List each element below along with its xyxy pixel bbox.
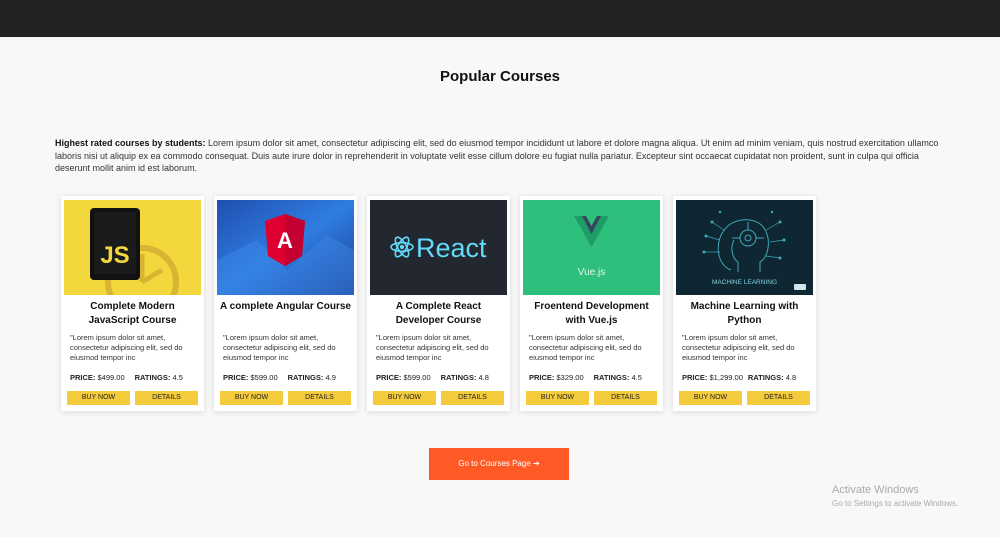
course-meta: PRICE: $329.00 RATINGS: 4.5 [529, 373, 659, 382]
course-description: "Lorem ipsum dolor sit amet, consectetur… [529, 333, 642, 362]
course-title: Complete Modern JavaScript Course [88, 301, 177, 326]
course-description: "Lorem ipsum dolor sit amet, consectetur… [223, 333, 336, 362]
course-rating: 4.9 [325, 373, 336, 382]
card-actions: BUY NOW DETAILS [373, 391, 504, 405]
ratings-label: RATINGS: [440, 373, 477, 382]
buy-now-button[interactable]: BUY NOW [373, 391, 436, 405]
price-label: PRICE: [682, 373, 708, 382]
course-description: "Lorem ipsum dolor sit amet, consectetur… [376, 333, 489, 362]
course-thumbnail-angular: A [217, 200, 354, 295]
course-price: $329.00 [556, 373, 584, 382]
course-title: A Complete React Developer Course [395, 301, 482, 326]
angular-logo-icon: A [217, 200, 354, 295]
card-actions: BUY NOW DETAILS [526, 391, 657, 405]
machine-learning-caption: MACHINE LEARNING [712, 279, 777, 286]
vue-logo-icon: Vue.js [523, 200, 660, 295]
course-title: Machine Learning with Python [690, 301, 799, 326]
course-description: "Lorem ipsum dolor sit amet, consectetur… [70, 333, 183, 362]
arrow-right-icon: ➔ [533, 459, 540, 468]
card-actions: BUY NOW DETAILS [67, 391, 198, 405]
course-meta: PRICE: $499.00 RATINGS: 4.5 [70, 373, 200, 382]
course-rating: 4.5 [631, 373, 642, 382]
course-meta: PRICE: $599.00 RATINGS: 4.8 [376, 373, 506, 382]
card-actions: BUY NOW DETAILS [220, 391, 351, 405]
price-label: PRICE: [376, 373, 402, 382]
details-button[interactable]: DETAILS [288, 391, 351, 405]
course-thumbnail-vue: Vue.js [523, 200, 660, 295]
course-rating: 4.8 [785, 373, 797, 382]
price-label: PRICE: [70, 373, 96, 382]
details-button[interactable]: DETAILS [441, 391, 504, 405]
course-rating: 4.8 [478, 373, 489, 382]
page-title: Popular Courses [439, 68, 561, 85]
course-title: Froentend Development with Vue.js [534, 301, 649, 326]
details-button[interactable]: DETAILS [594, 391, 657, 405]
course-rating: 4.5 [172, 373, 183, 382]
buy-now-button[interactable]: BUY NOW [679, 391, 742, 405]
course-card: A A complete Angular Course "Lorem ipsum… [214, 196, 357, 411]
card-actions: BUY NOW DETAILS [679, 391, 810, 405]
svg-text:A: A [277, 228, 293, 253]
javascript-logo-icon: JS [64, 200, 201, 295]
course-card: Vue.js Froentend Development with Vue.js… [520, 196, 663, 411]
course-price: $599.00 [403, 373, 431, 382]
course-thumbnail-javascript: JS [64, 200, 201, 295]
course-price: $499.00 [97, 373, 125, 382]
price-label: PRICE: [223, 373, 249, 382]
intro-paragraph: Highest rated courses by students: Lorem… [55, 137, 947, 175]
price-label: PRICE: [529, 373, 555, 382]
course-price: $599.00 [250, 373, 278, 382]
machine-learning-icon: MACHINE LEARNING [676, 200, 813, 295]
course-description: "Lorem ipsum dolor sit amet, consectetur… [682, 333, 795, 362]
activate-windows-watermark: Activate Windows Go to Settings to activ… [832, 484, 958, 508]
details-button[interactable]: DETAILS [135, 391, 198, 405]
intro-label: Highest rated courses by students: [55, 138, 206, 148]
course-meta: PRICE: $599.00 RATINGS: 4.9 [223, 373, 353, 382]
react-logo-icon: React [370, 200, 507, 295]
course-card: MACHINE LEARNING Machine Learning with P… [673, 196, 816, 411]
top-nav-bar [0, 0, 1000, 37]
course-price: $1,299.00 [709, 373, 743, 382]
ratings-label: RATINGS: [747, 373, 784, 382]
course-meta: PRICE: $1,299.00 RATINGS: 4.8 [682, 373, 812, 382]
details-button[interactable]: DETAILS [747, 391, 810, 405]
course-thumbnail-react: React [370, 200, 507, 295]
buy-now-button[interactable]: BUY NOW [526, 391, 589, 405]
ratings-label: RATINGS: [134, 373, 171, 382]
course-card: React A Complete React Developer Course … [367, 196, 510, 411]
go-to-courses-button[interactable]: Go to Courses Page ➔ [429, 448, 569, 480]
course-card-list: JS Complete Modern JavaScript Course "Lo… [61, 196, 816, 411]
ratings-label: RATINGS: [593, 373, 630, 382]
course-title: A complete Angular Course [220, 301, 351, 312]
svg-text:JS: JS [100, 242, 129, 269]
react-wordmark: React [416, 233, 487, 263]
vue-wordmark: Vue.js [578, 267, 605, 278]
buy-now-button[interactable]: BUY NOW [67, 391, 130, 405]
go-to-courses-label: Go to Courses Page [458, 459, 531, 468]
buy-now-button[interactable]: BUY NOW [220, 391, 283, 405]
course-card: JS Complete Modern JavaScript Course "Lo… [61, 196, 204, 411]
course-thumbnail-machine-learning: MACHINE LEARNING [676, 200, 813, 295]
ratings-label: RATINGS: [287, 373, 324, 382]
watermark-title: Activate Windows [832, 484, 919, 496]
watermark-subtitle: Go to Settings to activate Windows. [832, 499, 959, 508]
